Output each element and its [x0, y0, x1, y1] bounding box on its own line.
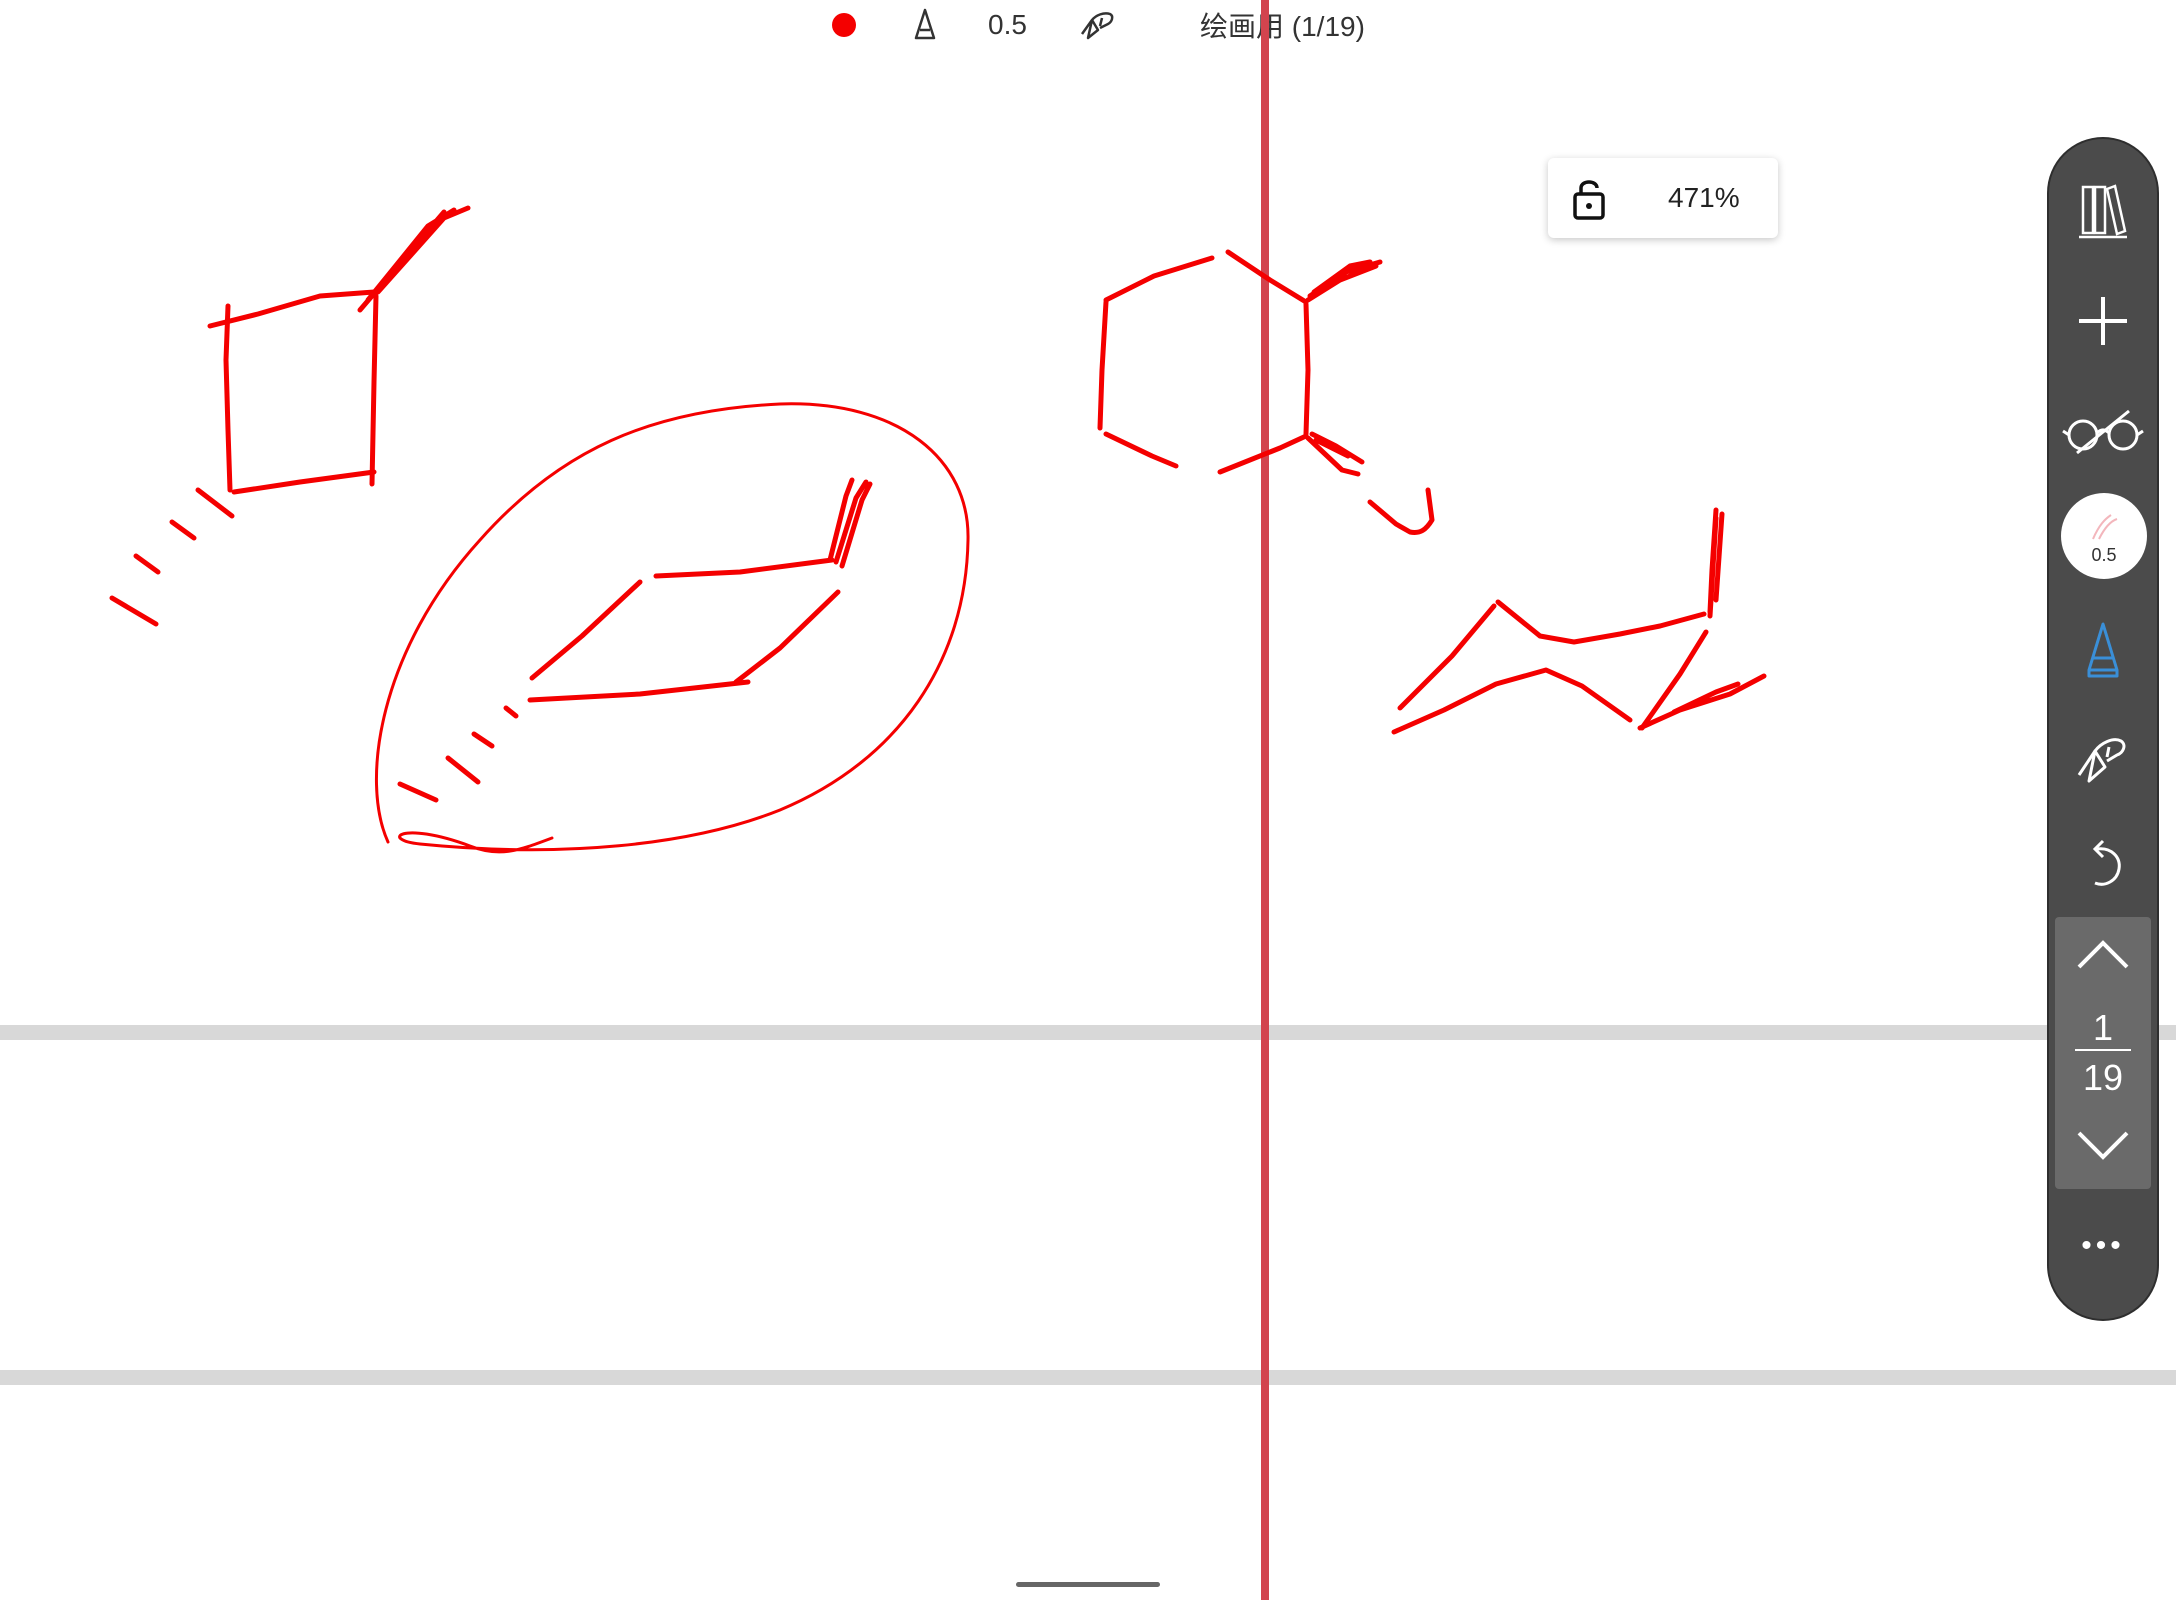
previous-page-button[interactable]: [2073, 935, 2133, 980]
sketch-ellipse-ring: [374, 402, 970, 854]
add-page-button[interactable]: [2049, 276, 2157, 366]
current-page-number: 1: [2092, 1007, 2114, 1048]
zoom-indicator[interactable]: 471%: [1548, 158, 1778, 238]
chevron-down-icon: [2077, 1131, 2129, 1160]
page-divider: [2075, 1049, 2131, 1051]
drawing-canvas[interactable]: [0, 0, 2176, 1600]
sketch-square: [109, 205, 471, 627]
page-navigator: 1 19: [2055, 917, 2151, 1189]
sketch-chair: [1391, 507, 1767, 735]
brush-stroke-icon: [2092, 514, 2118, 540]
brush-size-value: 0.5: [2091, 545, 2117, 565]
reading-mode-button[interactable]: [2049, 385, 2157, 475]
next-page-button[interactable]: [2073, 1125, 2133, 1170]
unlock-icon[interactable]: [1572, 176, 1606, 220]
more-options-button[interactable]: •••: [2049, 1201, 2157, 1291]
undo-button[interactable]: [2049, 819, 2157, 909]
glasses-icon: [2062, 409, 2144, 455]
home-indicator[interactable]: [1016, 1582, 1160, 1587]
zoom-percentage: 471%: [1668, 182, 1740, 213]
library-button[interactable]: [2049, 166, 2157, 256]
pen-icon: [2087, 622, 2119, 678]
books-icon: [2079, 184, 2127, 239]
brush-size-button[interactable]: 0.5: [2061, 493, 2147, 579]
pen-button[interactable]: [2049, 605, 2157, 695]
sketch-hexagon: [1097, 249, 1435, 535]
undo-icon: [2092, 839, 2121, 886]
hand-tool-button[interactable]: [2049, 713, 2157, 803]
chevron-up-icon: [2077, 940, 2129, 969]
total-pages-number: 19: [2082, 1057, 2124, 1098]
plus-icon: [2079, 297, 2127, 345]
hand-pen-icon: [2077, 738, 2126, 783]
side-tool-panel: 0.5 1 19 •••: [2049, 139, 2157, 1319]
